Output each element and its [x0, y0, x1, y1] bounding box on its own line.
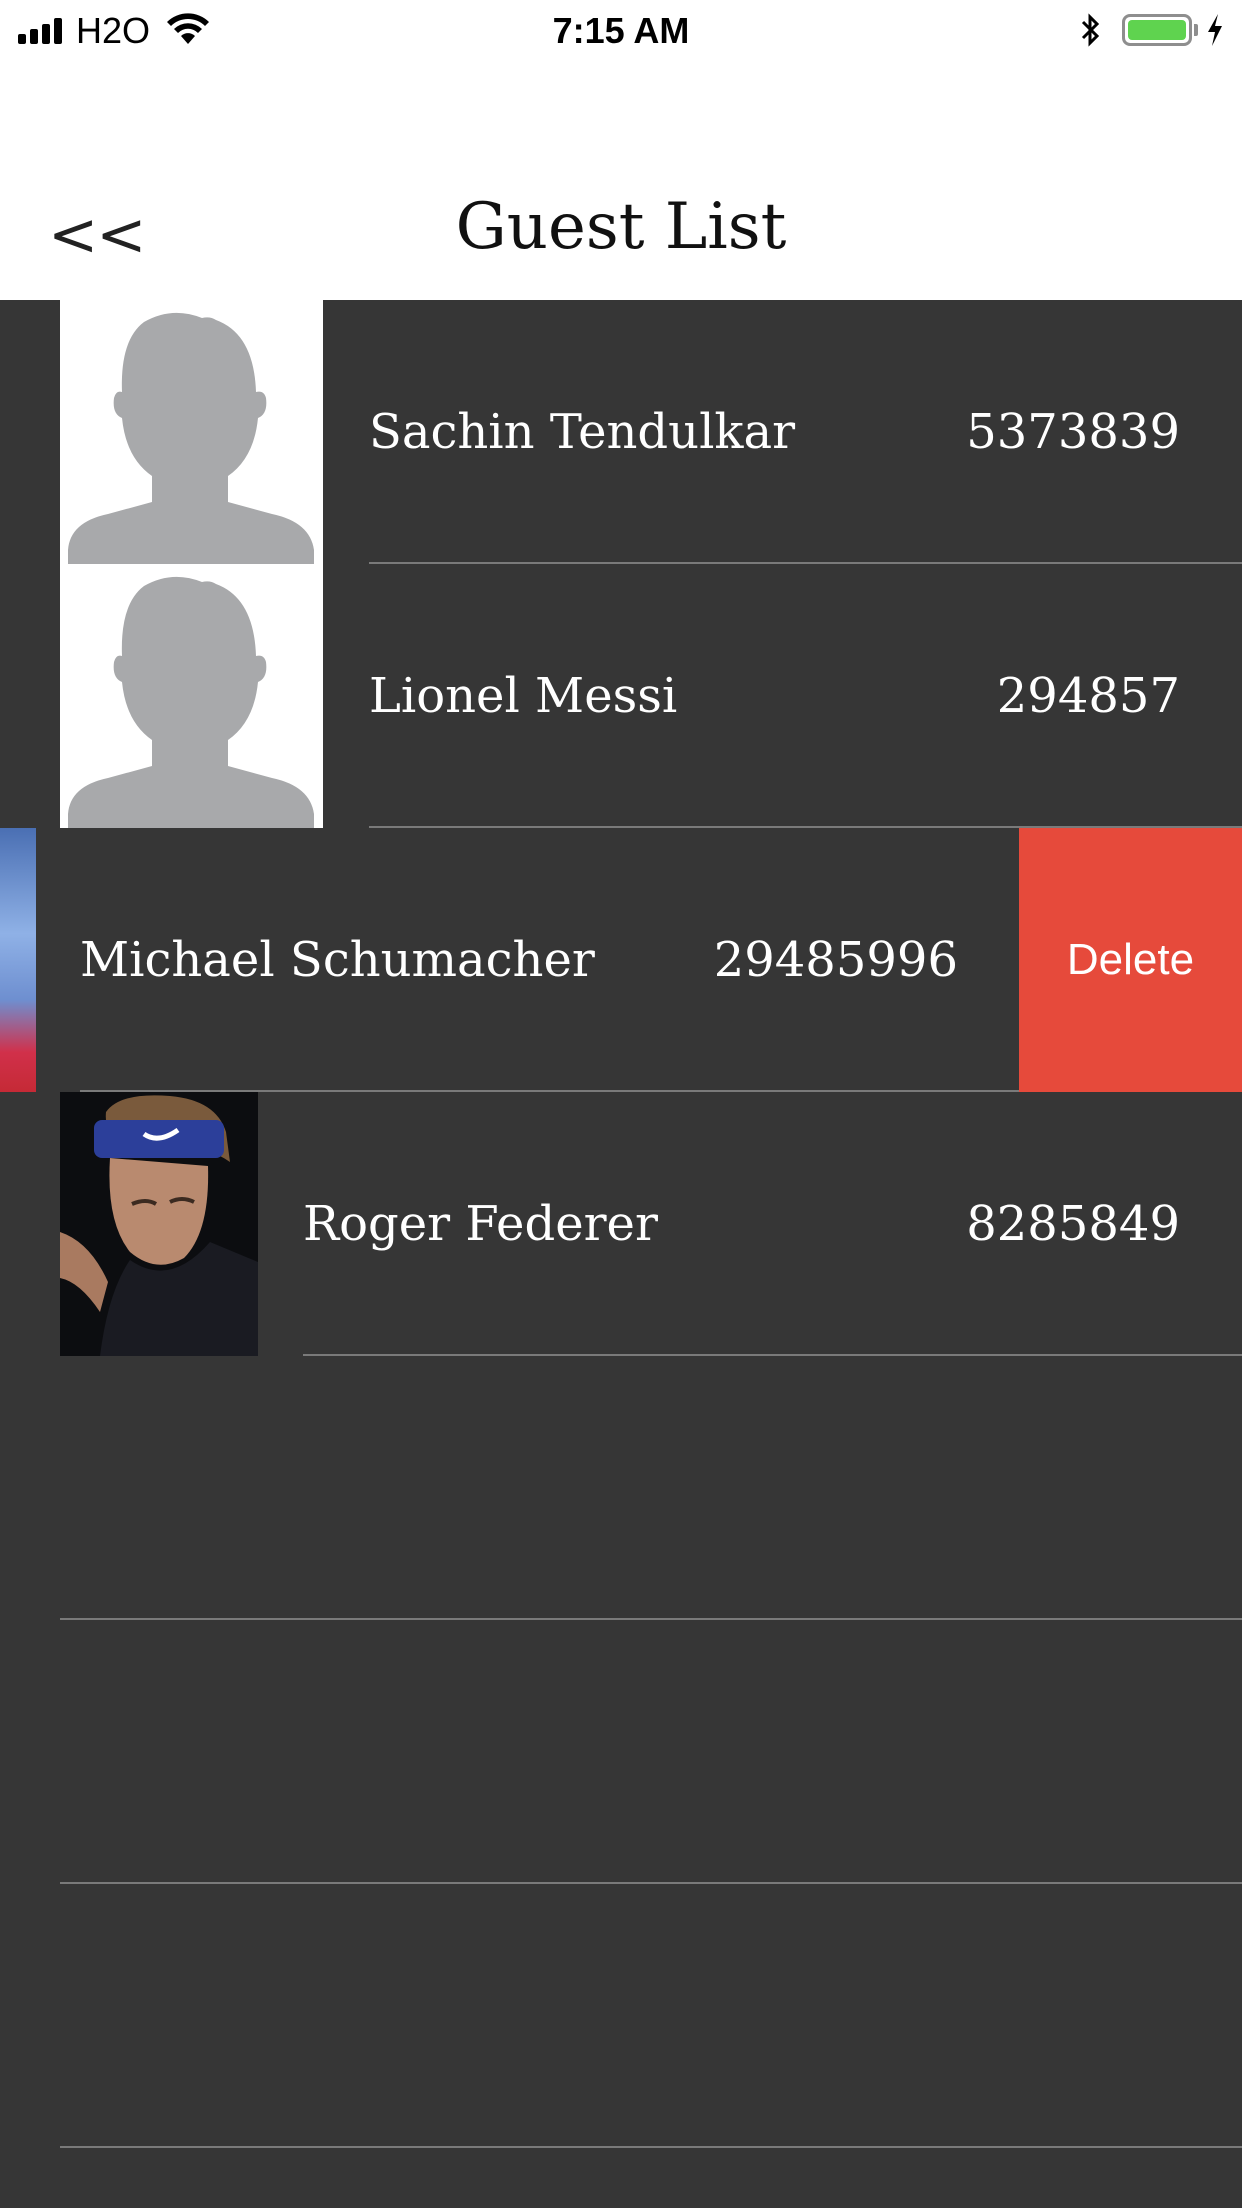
- page-title: Guest List: [455, 190, 787, 264]
- battery-icon: [1122, 14, 1192, 46]
- battery-level: [1128, 20, 1186, 40]
- guest-phone: 294857: [996, 668, 1180, 724]
- person-placeholder-icon: [60, 564, 323, 828]
- empty-row: [0, 1620, 1242, 1884]
- guest-phone: 29485996: [713, 932, 958, 988]
- guest-phone: 8285849: [966, 1196, 1180, 1252]
- person-placeholder-icon: [60, 300, 323, 564]
- guest-phone: 5373839: [966, 404, 1180, 460]
- delete-button[interactable]: Delete: [1019, 828, 1242, 1092]
- guest-row-swiped[interactable]: Michael Schumacher 29485996 Delete: [0, 828, 1242, 1092]
- guest-name: Michael Schumacher: [80, 932, 595, 988]
- battery-tip: [1194, 24, 1198, 36]
- status-bar: H2O 7:15 AM: [0, 0, 1242, 60]
- guest-row[interactable]: Lionel Messi 294857: [0, 564, 1242, 828]
- row-divider: [60, 2146, 1242, 2148]
- empty-row: [0, 1356, 1242, 1620]
- empty-row: [0, 1884, 1242, 2148]
- status-time: 7:15 AM: [552, 10, 690, 51]
- guest-row[interactable]: Sachin Tendulkar 5373839: [0, 300, 1242, 564]
- navigation-bar: << Guest List: [0, 160, 1242, 300]
- guest-name: Sachin Tendulkar: [369, 404, 796, 460]
- guest-photo: [60, 1092, 258, 1356]
- guest-row[interactable]: Roger Federer 8285849: [0, 1092, 1242, 1356]
- guest-name: Roger Federer: [303, 1196, 658, 1252]
- charging-bolt-icon: [1204, 12, 1226, 53]
- bluetooth-icon: [1080, 12, 1102, 53]
- guest-list[interactable]: Sachin Tendulkar 5373839 Lionel Messi 29…: [0, 300, 1242, 2208]
- guest-name: Lionel Messi: [369, 668, 678, 724]
- guest-photo: [0, 828, 36, 1092]
